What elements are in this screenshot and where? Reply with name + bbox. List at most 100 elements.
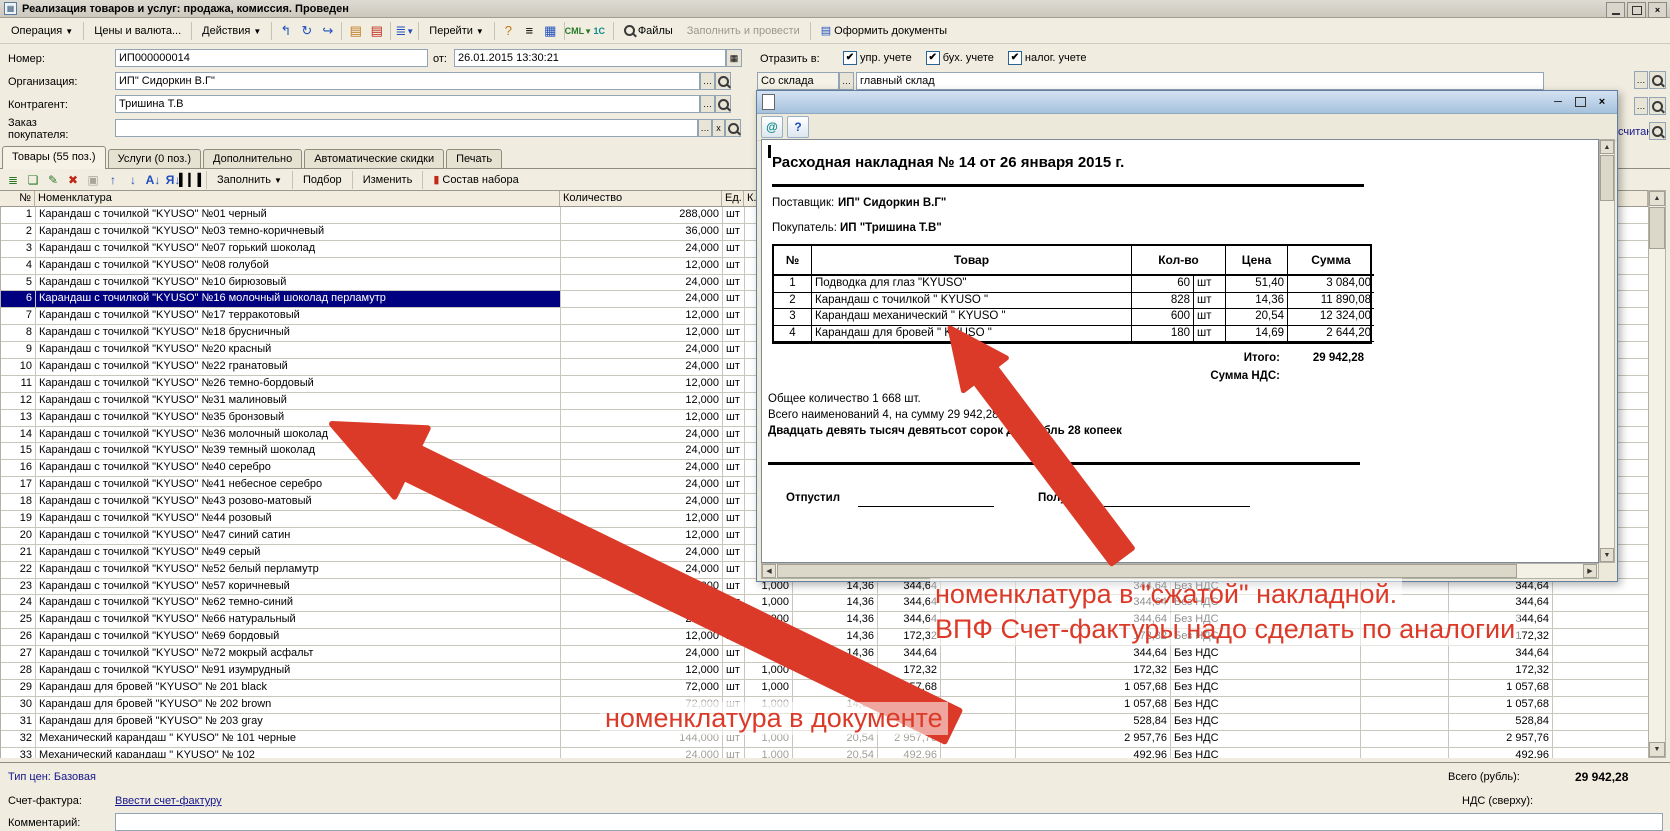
- close-button[interactable]: ×: [1648, 2, 1667, 18]
- list-settings-icon[interactable]: ≡: [519, 21, 540, 41]
- goto-button[interactable]: Перейти▼: [422, 21, 491, 41]
- preview-vscrollbar[interactable]: [1599, 139, 1615, 563]
- end-edit-icon[interactable]: ▣: [83, 171, 103, 189]
- help-icon[interactable]: ?: [498, 21, 519, 41]
- preview-minimize-icon[interactable]: ─: [1551, 95, 1565, 109]
- summary-words: Двадцать девять тысяч девятьсот сорок дв…: [768, 425, 1122, 437]
- move-up-icon[interactable]: ↑: [103, 171, 123, 189]
- barcode-icon[interactable]: ▍▎▍: [183, 171, 203, 189]
- main-toolbar: Операция▼ Цены и валюта... Действия▼ ↰ ↻…: [0, 18, 1670, 44]
- preview-title-bar[interactable]: ─ ×: [757, 91, 1617, 114]
- order-field[interactable]: [115, 119, 698, 137]
- structure-icon[interactable]: ↰: [275, 21, 296, 41]
- table-row[interactable]: 29 Карандаш для бровей "KYUSO" № 201 bla…: [1, 680, 1649, 697]
- check-upr-uchet[interactable]: ✔упр. учете: [843, 51, 912, 65]
- tab-services[interactable]: Услуги (0 поз.): [108, 149, 201, 169]
- refresh-icon[interactable]: ↻: [296, 21, 317, 41]
- order-select-icon[interactable]: …: [698, 119, 712, 137]
- sort-az-icon[interactable]: A↓: [143, 171, 163, 189]
- prices-currency-button[interactable]: Цены и валюта...: [87, 21, 188, 41]
- window-icon: ▦: [4, 2, 17, 15]
- network-icon[interactable]: 1С: [589, 21, 610, 41]
- fill-and-post-button[interactable]: Заполнить и провести: [680, 21, 807, 41]
- table-row[interactable]: 27 Карандаш с точилкой "KYUSO" №72 мокры…: [1, 646, 1649, 663]
- goods-scrollbar[interactable]: [1648, 190, 1666, 758]
- preview-maximize-icon[interactable]: [1573, 95, 1587, 109]
- schitan-open-icon[interactable]: [1649, 122, 1666, 140]
- price-type-label: Тип цен: Базовая: [8, 771, 96, 783]
- comment-field[interactable]: [115, 813, 1663, 831]
- date-field[interactable]: 26.01.2015 13:30:21: [454, 49, 726, 67]
- operation-button[interactable]: Операция▼: [4, 21, 80, 41]
- change-button[interactable]: Изменить: [356, 170, 420, 190]
- org-select-icon[interactable]: …: [700, 72, 715, 90]
- files-button[interactable]: Файлы: [617, 21, 680, 41]
- table-row[interactable]: 28 Карандаш с точилкой "KYUSO" №91 изумр…: [1, 663, 1649, 680]
- order-open-icon[interactable]: [725, 119, 741, 137]
- unpost-icon[interactable]: ▤: [366, 21, 387, 41]
- right-select2-icon[interactable]: …: [1634, 97, 1648, 115]
- preview-vscroll-thumb[interactable]: [1600, 155, 1614, 201]
- invoice-title: Расходная накладная № 14 от 26 января 20…: [772, 154, 1124, 171]
- organization-field[interactable]: ИП" Сидоркин В.Г": [115, 72, 700, 90]
- preview-close-icon[interactable]: ×: [1595, 95, 1609, 109]
- scroll-up-icon[interactable]: ▲: [1649, 191, 1665, 206]
- edit-row-icon[interactable]: ✎: [43, 171, 63, 189]
- fill-button[interactable]: Заполнить▼: [210, 170, 289, 190]
- scroll-down-icon[interactable]: ▼: [1649, 742, 1665, 757]
- check-buh-uchet[interactable]: ✔бух. учете: [926, 51, 994, 65]
- movements-icon[interactable]: ≣▼: [394, 21, 415, 41]
- organization-label: Организация:: [8, 76, 77, 88]
- total-value: 29 942,28: [1575, 770, 1628, 784]
- contragent-field[interactable]: Тришина Т.В: [115, 95, 700, 113]
- contragent-select-icon[interactable]: …: [700, 95, 715, 113]
- kit-button[interactable]: ▮Состав набора: [426, 169, 525, 190]
- actions-button[interactable]: Действия▼: [195, 21, 268, 41]
- tab-print[interactable]: Печать: [446, 149, 502, 169]
- tab-additional[interactable]: Дополнительно: [203, 149, 302, 169]
- summary-qty: Общее количество 1 668 шт.: [768, 393, 921, 405]
- minimize-button[interactable]: [1606, 2, 1625, 18]
- add-row-icon[interactable]: ≣: [3, 171, 23, 189]
- related-docs-icon[interactable]: ↪: [317, 21, 338, 41]
- pick-button[interactable]: Подбор: [296, 170, 349, 190]
- tab-auto-discounts[interactable]: Автоматические скидки: [304, 149, 444, 169]
- checkbox-checked-icon: ✔: [843, 51, 857, 65]
- delete-row-icon[interactable]: ✖: [63, 171, 83, 189]
- print-preview-window: ─ × @ ? Расходная накладная № 14 от 26 я…: [756, 90, 1618, 582]
- edi-icon[interactable]: CML▼: [568, 21, 589, 41]
- warehouse-combo[interactable]: Со склада: [757, 72, 839, 90]
- preview-hscroll-thumb[interactable]: [777, 564, 1517, 578]
- number-field[interactable]: ИП000000014: [115, 49, 428, 67]
- supplier-value: ИП" Сидоркин В.Г": [838, 197, 946, 209]
- copy-row-icon[interactable]: ❏: [23, 171, 43, 189]
- preview-scroll-up-icon[interactable]: ▲: [1600, 140, 1614, 154]
- props-icon[interactable]: ▦: [540, 21, 561, 41]
- contragent-open-icon[interactable]: [715, 95, 731, 113]
- enter-invoice-link[interactable]: Ввести счет-фактуру: [115, 795, 222, 807]
- right-open2-icon[interactable]: [1649, 97, 1666, 115]
- right-select-icon[interactable]: …: [1634, 71, 1648, 89]
- post-icon[interactable]: ▤: [345, 21, 366, 41]
- preview-scroll-left-icon[interactable]: ◀: [762, 564, 776, 578]
- calendar-icon[interactable]: ▦: [726, 49, 742, 67]
- warehouse-field[interactable]: главный склад: [856, 72, 1544, 90]
- restore-button[interactable]: [1627, 2, 1646, 18]
- invoice-vat-label: Сумма НДС:: [1012, 370, 1280, 382]
- preview-scroll-down-icon[interactable]: ▼: [1600, 548, 1614, 562]
- save-report-icon[interactable]: @: [761, 116, 783, 138]
- org-open-icon[interactable]: [715, 72, 731, 90]
- scroll-thumb[interactable]: [1649, 207, 1665, 249]
- tab-goods[interactable]: Товары (55 поз.): [2, 146, 106, 169]
- comment-label: Комментарий:: [8, 817, 80, 829]
- buyer-label: Покупатель:: [772, 222, 837, 234]
- order-clear-icon[interactable]: x: [712, 119, 725, 137]
- preview-scroll-right-icon[interactable]: ▶: [1583, 564, 1597, 578]
- warehouse-select-icon[interactable]: …: [839, 72, 854, 90]
- right-open-icon[interactable]: [1649, 71, 1666, 89]
- table-row[interactable]: 33 Механический карандаш " KYUSO" № 102 …: [1, 748, 1649, 759]
- move-down-icon[interactable]: ↓: [123, 171, 143, 189]
- make-documents-button[interactable]: ▤Оформить документы: [814, 20, 954, 41]
- preview-help-icon[interactable]: ?: [787, 116, 809, 138]
- check-nalog-uchet[interactable]: ✔налог. учете: [1008, 51, 1087, 65]
